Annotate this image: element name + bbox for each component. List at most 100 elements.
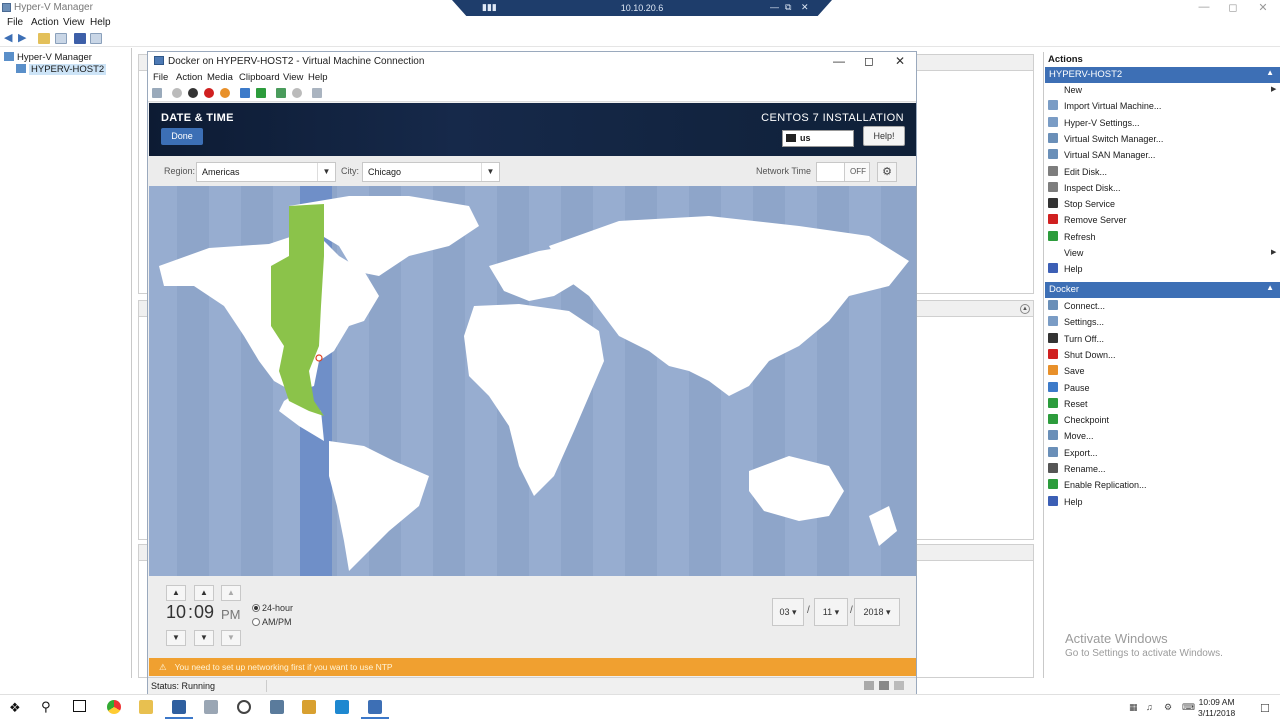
collapse-icon[interactable]: ▲ [1020,304,1030,314]
chrome-icon[interactable] [107,700,121,714]
search-icon[interactable]: ⚲ [41,699,51,715]
shut-down-icon[interactable] [204,88,214,98]
vm-action-settings[interactable]: Settings... [1048,315,1104,329]
format-24-radio[interactable]: 24-hour [252,603,293,613]
host-action-remove-server[interactable]: Remove Server [1048,213,1127,227]
host-actions-header[interactable]: HYPERV-HOST2 ▲ [1045,67,1280,83]
start-icon[interactable] [172,88,182,98]
ntp-config-button[interactable]: ⚙ [877,162,897,182]
vm-action-save[interactable]: Save [1048,364,1085,378]
vm-action-help[interactable]: Help [1048,495,1083,509]
vm-menu-file[interactable]: File [153,72,168,83]
action-center-tray-icon[interactable]: ▦ [1129,702,1138,713]
windows-start-icon[interactable]: ❖ [9,700,21,716]
year-select[interactable]: 2018 ▾ [854,598,900,626]
vm-action-reset[interactable]: Reset [1048,397,1088,411]
vm-action-export[interactable]: Export... [1048,446,1098,460]
hyperv-maximize-button[interactable]: ◻ [1216,1,1250,14]
host-action-stop-service[interactable]: Stop Service [1048,197,1115,211]
done-button[interactable]: Done [161,128,203,145]
host-action-view[interactable]: View ▶ [1048,246,1276,260]
month-select[interactable]: 03 ▾ [772,598,804,626]
vm-action-pause[interactable]: Pause [1048,381,1090,395]
vm-menu-media[interactable]: Media [207,72,233,83]
notes-app-icon[interactable] [302,700,316,714]
host-action-inspect-disk[interactable]: Inspect Disk... [1048,181,1121,195]
format-ampm-radio[interactable]: AM/PM [252,617,292,627]
store-app-icon[interactable] [335,700,349,714]
checkpoint-icon[interactable] [276,88,286,98]
server-manager-icon[interactable] [204,700,218,714]
tree-root[interactable]: Hyper-V Manager [4,52,92,63]
vm-menu-help[interactable]: Help [308,72,328,83]
host-action-edit-disk[interactable]: Edit Disk... [1048,165,1107,179]
save-icon[interactable] [220,88,230,98]
ctrl-alt-del-icon[interactable] [152,88,162,98]
file-explorer-icon[interactable] [139,700,153,714]
tree-host[interactable]: HYPERV-HOST2 [16,64,107,75]
rdp-minimize-button[interactable]: — [770,2,779,12]
region-select[interactable]: Americas ▼ [196,162,336,182]
volume-tray-icon[interactable]: ♫ [1146,702,1153,712]
vm-maximize-button[interactable]: ◻ [854,54,884,68]
enhanced-session-icon[interactable] [312,88,322,98]
vm-action-checkpoint[interactable]: Checkpoint [1048,413,1109,427]
rdp-close-button[interactable]: ✕ [801,2,809,13]
network-app-icon[interactable] [270,700,284,714]
hour-up-button[interactable]: ▲ [166,585,186,601]
console-tree-icon[interactable] [55,33,67,44]
vm-minimize-button[interactable]: — [824,54,854,68]
hyperv-menu-help[interactable]: Help [90,17,111,28]
notifications-icon[interactable]: ☐ [1260,702,1270,715]
revert-icon[interactable] [292,88,302,98]
rdp-restore-button[interactable]: ⧉ [785,2,791,13]
vm-action-enable-replication[interactable]: Enable Replication... [1048,478,1147,492]
taskbar-clock[interactable]: 10:09 AM 3/11/2018 [1198,697,1235,719]
hyperv-menu-file[interactable]: File [7,17,23,28]
task-view-icon[interactable] [73,700,86,712]
help-icon[interactable] [74,33,86,44]
minute-down-button[interactable]: ▼ [194,630,214,646]
host-action-virtual-san-manager[interactable]: Virtual SAN Manager... [1048,148,1155,162]
vm-menu-clipboard[interactable]: Clipboard [239,72,280,83]
day-select[interactable]: 11 ▾ [814,598,848,626]
action-pane-icon[interactable] [90,33,102,44]
back-icon[interactable]: ◀ [4,31,16,44]
host-action-help[interactable]: Help [1048,262,1083,276]
vm-guest-screen[interactable]: DATE & TIME Done CENTOS 7 INSTALLATION u… [149,103,916,676]
network-tray-icon[interactable]: ⚙ [1164,702,1172,713]
hyperv-close-button[interactable]: ✕ [1246,1,1280,14]
reset-icon[interactable] [256,88,266,98]
vm-menu-action[interactable]: Action [176,72,202,83]
vm-connection-taskbar-icon[interactable] [361,700,389,719]
minute-up-button[interactable]: ▲ [194,585,214,601]
vm-action-connect[interactable]: Connect... [1048,299,1105,313]
hour-down-button[interactable]: ▼ [166,630,186,646]
hyperv-menu-view[interactable]: View [63,17,85,28]
host-action-import-virtual-machine[interactable]: Import Virtual Machine... [1048,99,1161,113]
vm-action-turn-off[interactable]: Turn Off... [1048,332,1104,346]
city-select[interactable]: Chicago ▼ [362,162,500,182]
host-action-virtual-switch-manager[interactable]: Virtual Switch Manager... [1048,132,1163,146]
ampm-up-button[interactable]: ▲ [221,585,241,601]
world-map-svg[interactable] [149,186,916,576]
timezone-map[interactable] [149,186,916,576]
network-time-switch[interactable]: OFF [816,162,870,182]
vm-close-button[interactable]: ✕ [885,54,915,68]
help-button[interactable]: Help! [863,126,905,146]
folder-icon[interactable] [38,33,50,44]
vm-action-shut-down[interactable]: Shut Down... [1048,348,1116,362]
host-action-hyper-v-settings[interactable]: Hyper-V Settings... [1048,116,1140,130]
hyperv-manager-taskbar-icon[interactable] [165,700,193,719]
keyboard-tray-icon[interactable]: ⌨ [1182,702,1195,713]
vm-menu-view[interactable]: View [283,72,303,83]
pause-icon[interactable] [240,88,250,98]
vm-actions-header[interactable]: Docker ▲ [1045,282,1280,298]
clock-app-icon[interactable] [237,700,251,714]
host-action-new[interactable]: New ▶ [1048,83,1276,97]
forward-icon[interactable]: ▶ [18,31,30,44]
keyboard-layout-indicator[interactable]: us [782,130,854,147]
turn-off-icon[interactable] [188,88,198,98]
vm-action-move[interactable]: Move... [1048,429,1094,443]
ampm-down-button[interactable]: ▼ [221,630,241,646]
